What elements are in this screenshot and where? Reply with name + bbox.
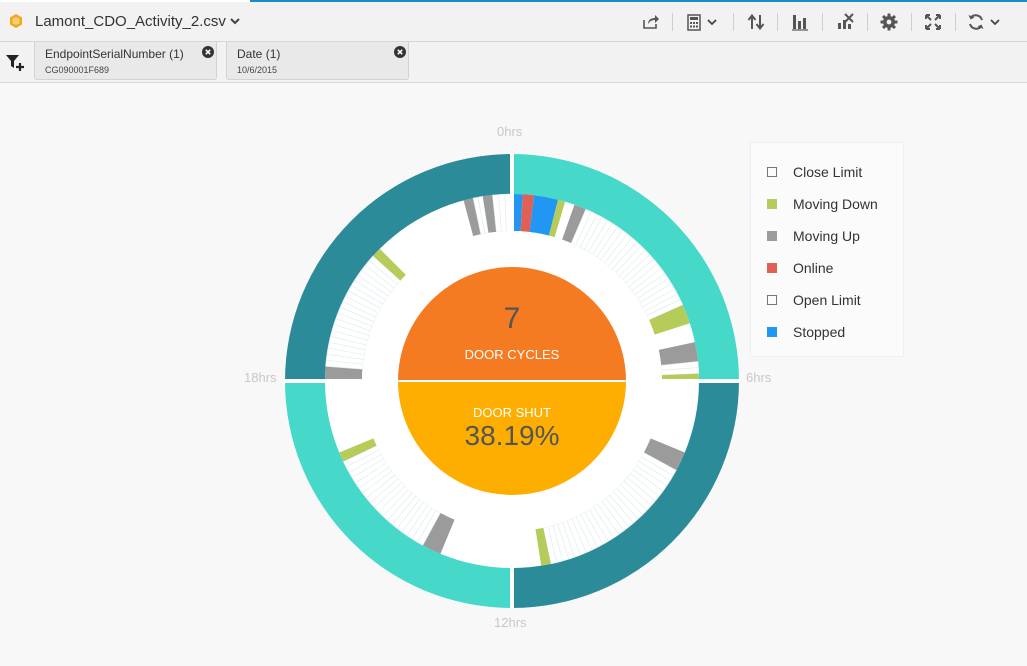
door-cycles-label: DOOR CYCLES bbox=[464, 347, 560, 362]
legend-label: Stopped bbox=[793, 324, 846, 340]
legend-swatch bbox=[767, 263, 777, 273]
legend-label: Moving Down bbox=[793, 196, 878, 212]
legend-item-stopped[interactable]: Stopped bbox=[767, 322, 845, 342]
door-shut-value: 38.19% bbox=[464, 420, 560, 451]
legend-swatch bbox=[767, 295, 777, 305]
hour-label-0: 0hrs bbox=[497, 124, 523, 139]
hour-label-6: 6hrs bbox=[746, 370, 772, 385]
legend-item-moving-down[interactable]: Moving Down bbox=[767, 194, 878, 214]
legend-swatch bbox=[767, 231, 777, 241]
legend-label: Online bbox=[793, 260, 834, 276]
legend-label: Close Limit bbox=[793, 164, 863, 180]
legend-item-close-limit[interactable]: Close Limit bbox=[767, 162, 862, 182]
legend-label: Open Limit bbox=[793, 292, 861, 308]
legend-item-open-limit[interactable]: Open Limit bbox=[767, 290, 861, 310]
door-cycles-value: 7 bbox=[503, 302, 521, 335]
legend-swatch bbox=[767, 167, 777, 177]
legend-item-online[interactable]: Online bbox=[767, 258, 833, 278]
legend-swatch bbox=[767, 327, 777, 337]
legend-label: Moving Up bbox=[793, 228, 860, 244]
legend-swatch bbox=[767, 199, 777, 209]
hour-label-12: 12hrs bbox=[494, 615, 527, 630]
door-shut-label: DOOR SHUT bbox=[473, 405, 551, 420]
legend-item-moving-up[interactable]: Moving Up bbox=[767, 226, 860, 246]
hour-label-18: 18hrs bbox=[244, 370, 277, 385]
chart-legend: Close Limit Moving Down Moving Up Online… bbox=[750, 142, 904, 357]
